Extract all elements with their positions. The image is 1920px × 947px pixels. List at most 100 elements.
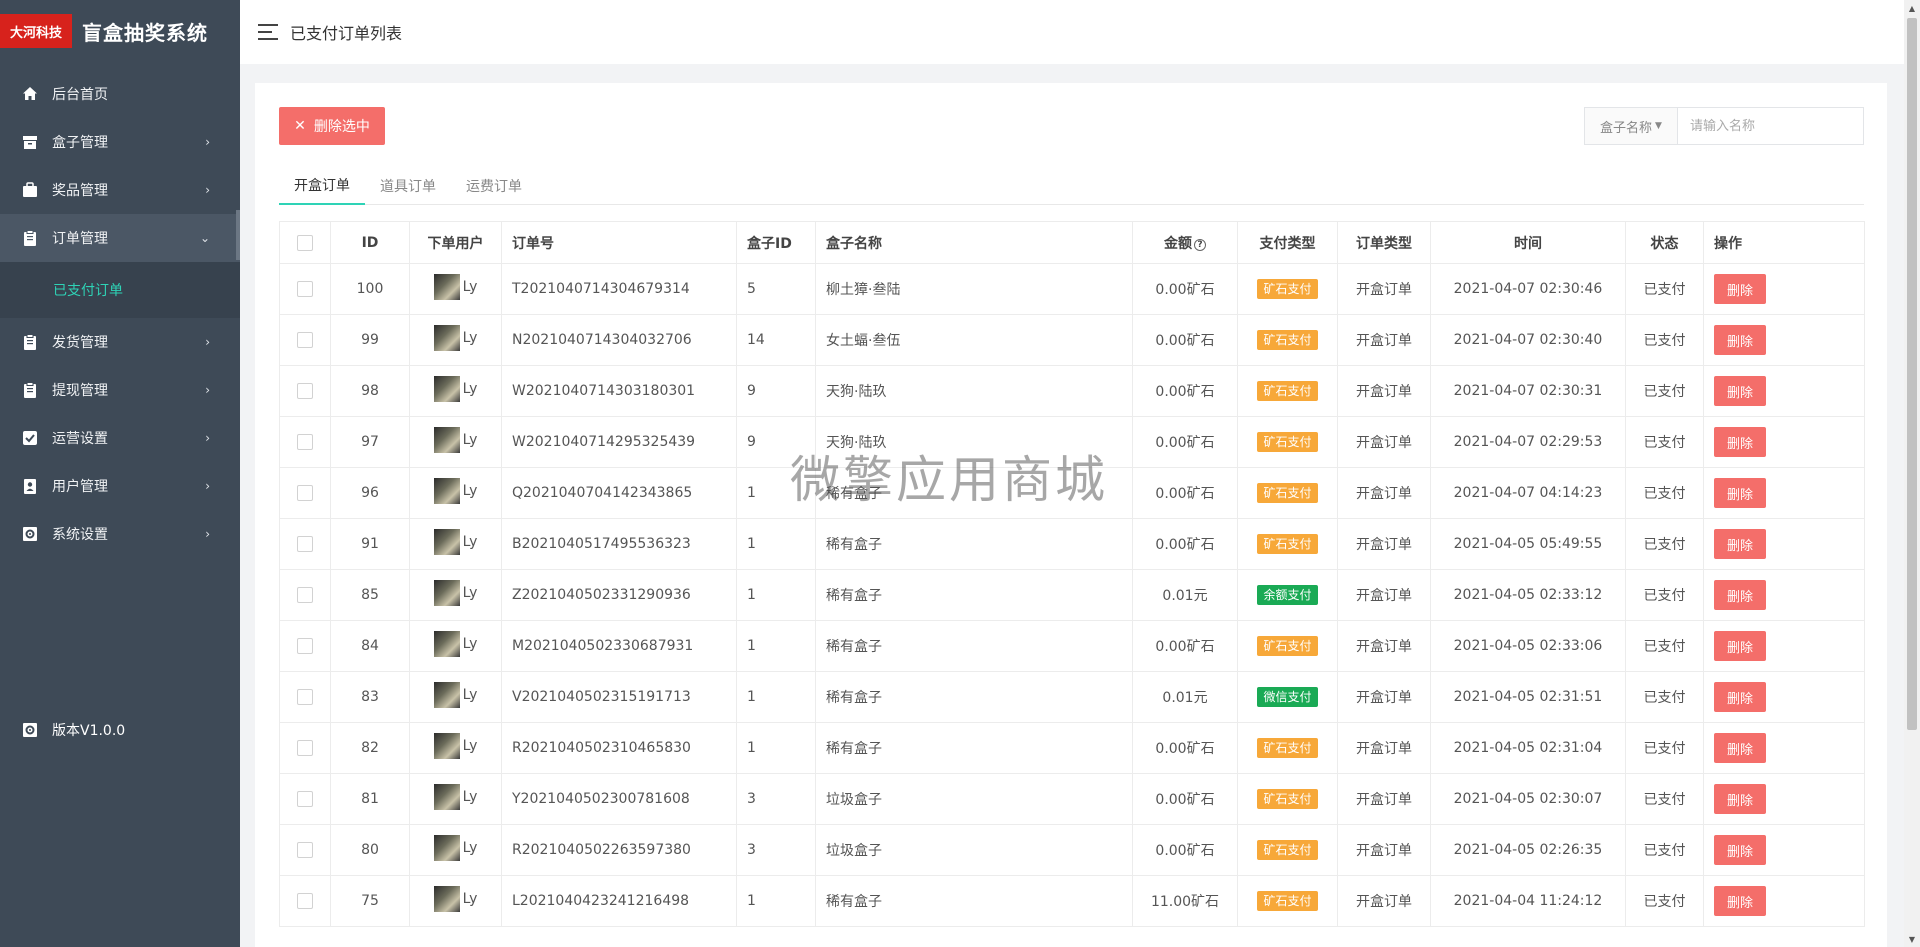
row-select-cell[interactable] [279, 773, 331, 825]
row-delete-button[interactable]: 删除 [1714, 631, 1766, 661]
avatar [433, 784, 460, 810]
row-select-cell[interactable] [279, 569, 331, 621]
row-delete-button[interactable]: 删除 [1714, 478, 1766, 508]
sidebar-item-boxes[interactable]: 盒子管理 › [0, 118, 240, 166]
row-delete-button[interactable]: 删除 [1714, 835, 1766, 865]
search-field-select[interactable]: 盒子名称 ▼ [1585, 108, 1678, 144]
user-name: Ly [462, 279, 478, 295]
scroll-up-icon[interactable]: ▲ [1904, 0, 1920, 16]
row-delete-button[interactable]: 删除 [1714, 274, 1766, 304]
gear-icon [22, 722, 38, 738]
row-checkbox[interactable] [297, 383, 313, 399]
row-select-cell[interactable] [279, 263, 331, 315]
home-icon [22, 86, 38, 102]
pay-type-badge: 矿石支付 [1257, 789, 1318, 809]
row-checkbox[interactable] [297, 485, 313, 501]
tab-box-orders[interactable]: 开盒订单 [279, 167, 365, 205]
cell-box-name: 稀有盒子 [815, 671, 1133, 723]
cell-user: Ly [409, 722, 502, 774]
sidebar-item-withdraw[interactable]: 提现管理 › [0, 366, 240, 414]
pay-type-badge: 矿石支付 [1257, 381, 1318, 401]
cell-time: 2021-04-05 02:33:12 [1430, 569, 1626, 621]
sidebar-item-home[interactable]: 后台首页 [0, 70, 240, 118]
cell-action: 删除 [1703, 365, 1865, 417]
col-id: ID [330, 221, 410, 264]
cell-id: 82 [330, 722, 410, 774]
row-select-cell[interactable] [279, 620, 331, 672]
cell-user: Ly [409, 875, 502, 927]
cell-id: 100 [330, 263, 410, 315]
cell-order-type: 开盒订单 [1337, 671, 1431, 723]
row-checkbox[interactable] [297, 842, 313, 858]
row-select-cell[interactable] [279, 518, 331, 570]
menu-toggle-icon[interactable] [258, 24, 278, 40]
row-checkbox[interactable] [297, 740, 313, 756]
sidebar-item-prizes[interactable]: 奖品管理 › [0, 166, 240, 214]
cell-pay-type: 矿石支付 [1237, 773, 1338, 825]
scrollbar-thumb[interactable] [1907, 18, 1917, 730]
row-select-cell[interactable] [279, 875, 331, 927]
select-all-checkbox[interactable] [297, 234, 313, 251]
row-checkbox[interactable] [297, 689, 313, 705]
delete-selected-button[interactable]: ✕ 删除选中 [279, 107, 385, 145]
row-select-cell[interactable] [279, 314, 331, 366]
row-checkbox[interactable] [297, 536, 313, 552]
row-delete-button[interactable]: 删除 [1714, 580, 1766, 610]
row-checkbox[interactable] [297, 434, 313, 450]
sidebar-item-shipping[interactable]: 发货管理 › [0, 318, 240, 366]
row-select-cell[interactable] [279, 365, 331, 417]
row-delete-button[interactable]: 删除 [1714, 325, 1766, 355]
cell-action: 删除 [1703, 314, 1865, 366]
cell-box-name: 垃圾盒子 [815, 824, 1133, 876]
table-row: 85 Ly Z2021040502331290936 1 稀有盒子 0.01元 余额支付 开盒… [279, 569, 1865, 621]
user-name: Ly [462, 789, 478, 805]
cell-order-no: N2021040714304032706 [501, 314, 737, 366]
row-delete-button[interactable]: 删除 [1714, 784, 1766, 814]
cell-order-no: W2021040714295325439 [501, 416, 737, 468]
sidebar-item-label: 用户管理 [52, 479, 108, 495]
row-checkbox[interactable] [297, 587, 313, 603]
select-all-cell[interactable] [279, 221, 331, 264]
row-checkbox[interactable] [297, 791, 313, 807]
row-checkbox[interactable] [297, 638, 313, 654]
row-checkbox[interactable] [297, 893, 313, 909]
row-delete-button[interactable]: 删除 [1714, 376, 1766, 406]
row-delete-button[interactable]: 删除 [1714, 529, 1766, 559]
row-select-cell[interactable] [279, 416, 331, 468]
cell-time: 2021-04-07 04:14:23 [1430, 467, 1626, 519]
row-checkbox[interactable] [297, 332, 313, 348]
sidebar-item-system[interactable]: 系统设置 › [0, 510, 240, 558]
sidebar-item-users[interactable]: 用户管理 › [0, 462, 240, 510]
cell-amount: 0.01元 [1132, 569, 1238, 621]
page-title: 已支付订单列表 [290, 24, 403, 43]
top-header: 已支付订单列表 [240, 0, 1904, 64]
cell-amount: 0.00矿石 [1132, 467, 1238, 519]
row-select-cell[interactable] [279, 671, 331, 723]
row-delete-button[interactable]: 删除 [1714, 886, 1766, 916]
row-delete-button[interactable]: 删除 [1714, 682, 1766, 712]
row-select-cell[interactable] [279, 824, 331, 876]
cell-id: 75 [330, 875, 410, 927]
brand[interactable]: 大河科技 盲盒抽奖系统 [0, 0, 240, 62]
row-delete-button[interactable]: 删除 [1714, 733, 1766, 763]
avatar [433, 580, 460, 606]
scroll-down-icon[interactable]: ▼ [1904, 931, 1920, 947]
row-delete-button[interactable]: 删除 [1714, 427, 1766, 457]
cell-amount: 11.00矿石 [1132, 875, 1238, 927]
cell-order-type: 开盒订单 [1337, 467, 1431, 519]
page-scrollbar[interactable]: ▲ ▼ [1904, 0, 1920, 947]
sidebar-scrollbar[interactable] [236, 210, 240, 260]
tab-shipping-orders[interactable]: 运费订单 [451, 167, 537, 205]
caret-down-icon: ▼ [1655, 121, 1662, 131]
sidebar-item-orders[interactable]: 订单管理 ⌄ [0, 214, 240, 262]
sidebar-item-label: 奖品管理 [52, 183, 108, 199]
sidebar-subitem-paid-orders[interactable]: 已支付订单 [0, 262, 240, 318]
row-checkbox[interactable] [297, 281, 313, 297]
search-input[interactable] [1678, 108, 1863, 144]
tab-prop-orders[interactable]: 道具订单 [365, 167, 451, 205]
row-select-cell[interactable] [279, 722, 331, 774]
row-select-cell[interactable] [279, 467, 331, 519]
cell-status: 已支付 [1625, 518, 1704, 570]
question-icon[interactable]: ? [1194, 238, 1206, 251]
sidebar-item-operations[interactable]: 运营设置 › [0, 414, 240, 462]
